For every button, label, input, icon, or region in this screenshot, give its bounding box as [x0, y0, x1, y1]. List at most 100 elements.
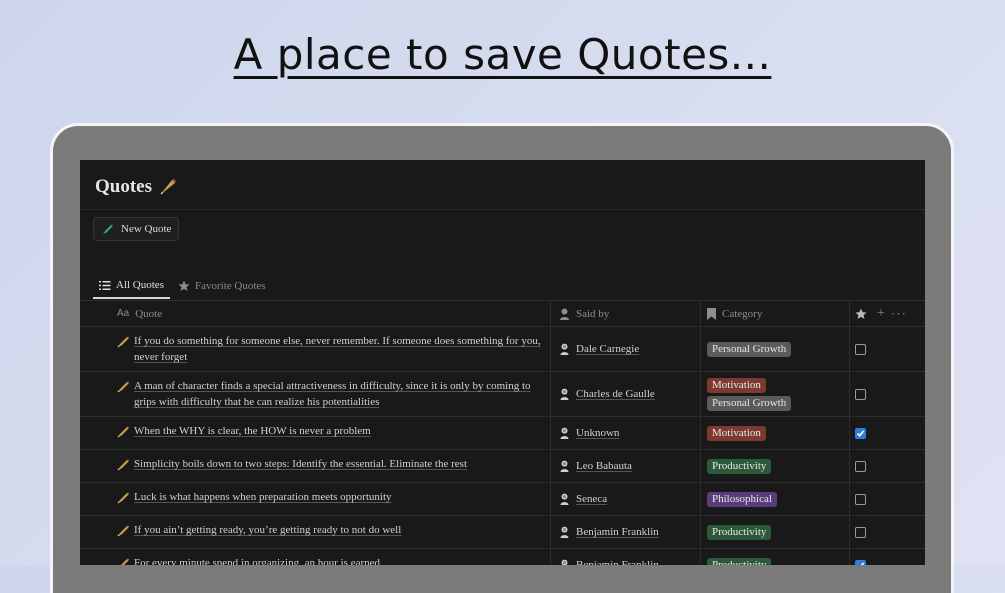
- column-header-favorite[interactable]: [849, 301, 871, 326]
- header-actions: + ···: [871, 301, 925, 326]
- table-row[interactable]: For every minute spend in organizing, an…: [80, 548, 925, 565]
- quote-cell[interactable]: Luck is what happens when preparation me…: [80, 483, 550, 515]
- table-row[interactable]: Simplicity boils down to two steps: Iden…: [80, 449, 925, 482]
- quote-text: A man of character finds a special attra…: [134, 380, 531, 408]
- favorite-checkbox[interactable]: [855, 559, 866, 565]
- person-icon: [559, 460, 570, 472]
- bookmark-icon: [707, 307, 716, 320]
- row-spacer: [871, 372, 925, 416]
- category-cell[interactable]: Productivity: [700, 516, 849, 548]
- column-header-category[interactable]: Category: [700, 301, 849, 326]
- fountain-pen-icon: [158, 177, 178, 197]
- favorite-checkbox[interactable]: [855, 460, 866, 472]
- category-cell[interactable]: Motivation: [700, 417, 849, 449]
- author-name: Unknown: [576, 427, 620, 439]
- favorite-checkbox[interactable]: [855, 526, 866, 538]
- said-by-cell[interactable]: Dale Carnegie: [550, 327, 700, 371]
- author-name: Seneca: [576, 493, 608, 505]
- person-icon: [559, 493, 570, 505]
- person-icon: [559, 559, 570, 565]
- category-cell[interactable]: Productivity: [700, 450, 849, 482]
- page-title-text: Quotes: [95, 176, 152, 197]
- favorite-cell: [849, 417, 871, 449]
- said-by-cell[interactable]: Unknown: [550, 417, 700, 449]
- category-tag: Productivity: [707, 458, 772, 474]
- row-spacer: [871, 516, 925, 548]
- category-tag: Motivation: [707, 377, 766, 393]
- favorite-checkbox[interactable]: [855, 427, 866, 439]
- column-header-said-by[interactable]: Said by: [550, 301, 700, 326]
- quote-text: For every minute spend in organizing, an…: [134, 557, 381, 565]
- favorite-cell: [849, 516, 871, 548]
- quote-text: When the WHY is clear, the HOW is never …: [134, 425, 371, 437]
- pencil-icon: [117, 557, 130, 565]
- row-spacer: [871, 327, 925, 371]
- table-header: Aa Quote Said by Category + ···: [80, 300, 925, 326]
- column-quote-label: Quote: [135, 307, 163, 320]
- favorite-cell: [849, 372, 871, 416]
- said-by-cell[interactable]: Benjamin Franklin: [550, 549, 700, 565]
- category-tag: Productivity: [707, 524, 772, 540]
- pencil-icon: [117, 335, 130, 365]
- table-row[interactable]: If you do something for someone else, ne…: [80, 326, 925, 371]
- notion-screen: Quotes New Quote All Quotes Favorite Quo…: [80, 160, 925, 565]
- quote-cell[interactable]: For every minute spend in organizing, an…: [80, 549, 550, 565]
- favorite-checkbox[interactable]: [855, 388, 866, 400]
- author-name: Benjamin Franklin: [576, 526, 659, 538]
- quote-text: Simplicity boils down to two steps: Iden…: [134, 458, 468, 470]
- tab-all-quotes[interactable]: All Quotes: [93, 276, 170, 299]
- category-cell[interactable]: Productivity: [700, 549, 849, 565]
- said-by-cell[interactable]: Leo Babauta: [550, 450, 700, 482]
- page-title: Quotes: [95, 176, 178, 198]
- category-tag: Productivity: [707, 557, 772, 565]
- quote-text: Luck is what happens when preparation me…: [134, 491, 392, 503]
- star-icon: [178, 280, 190, 292]
- quote-cell[interactable]: If you do something for someone else, ne…: [80, 327, 550, 371]
- quote-text: If you ain’t getting ready, you’re getti…: [134, 524, 402, 536]
- quote-cell[interactable]: A man of character finds a special attra…: [80, 372, 550, 416]
- category-cell[interactable]: Philosophical: [700, 483, 849, 515]
- pencil-icon: [117, 524, 130, 542]
- pencil-icon: [117, 425, 130, 443]
- row-spacer: [871, 549, 925, 565]
- category-cell[interactable]: Personal Growth: [700, 327, 849, 371]
- headline: A place to save Quotes...: [233, 30, 772, 79]
- person-icon: [559, 343, 570, 355]
- table-row[interactable]: A man of character finds a special attra…: [80, 371, 925, 416]
- table-row[interactable]: If you ain’t getting ready, you’re getti…: [80, 515, 925, 548]
- said-by-cell[interactable]: Charles de Gaulle: [550, 372, 700, 416]
- view-tabs: All Quotes Favorite Quotes: [93, 276, 272, 299]
- divider: [80, 209, 925, 210]
- tab-favorite-quotes-label: Favorite Quotes: [194, 280, 266, 292]
- quote-cell[interactable]: If you ain’t getting ready, you’re getti…: [80, 516, 550, 548]
- new-quote-button[interactable]: New Quote: [93, 217, 179, 241]
- column-category-label: Category: [722, 307, 763, 320]
- author-name: Leo Babauta: [576, 460, 632, 472]
- person-icon: [559, 388, 570, 400]
- quote-cell[interactable]: Simplicity boils down to two steps: Iden…: [80, 450, 550, 482]
- person-icon: [559, 427, 570, 439]
- tab-favorite-quotes[interactable]: Favorite Quotes: [172, 276, 272, 299]
- new-quote-label: New Quote: [121, 223, 172, 235]
- more-options-icon[interactable]: ···: [891, 306, 907, 322]
- table-row[interactable]: When the WHY is clear, the HOW is never …: [80, 416, 925, 449]
- table-row[interactable]: Luck is what happens when preparation me…: [80, 482, 925, 515]
- said-by-cell[interactable]: Seneca: [550, 483, 700, 515]
- row-spacer: [871, 483, 925, 515]
- favorite-checkbox[interactable]: [855, 493, 866, 505]
- category-cell[interactable]: Motivation Personal Growth: [700, 372, 849, 416]
- pencil-icon: [117, 458, 130, 476]
- row-spacer: [871, 417, 925, 449]
- quote-cell[interactable]: When the WHY is clear, the HOW is never …: [80, 417, 550, 449]
- said-by-cell[interactable]: Benjamin Franklin: [550, 516, 700, 548]
- add-property-icon[interactable]: +: [877, 306, 885, 322]
- favorite-cell: [849, 327, 871, 371]
- favorite-checkbox[interactable]: [855, 343, 866, 355]
- pen-icon: [102, 223, 114, 235]
- text-property-icon: Aa: [117, 308, 130, 319]
- row-spacer: [871, 450, 925, 482]
- favorite-cell: [849, 483, 871, 515]
- star-icon: [854, 308, 867, 320]
- column-header-quote[interactable]: Aa Quote: [80, 301, 550, 326]
- favorite-cell: [849, 450, 871, 482]
